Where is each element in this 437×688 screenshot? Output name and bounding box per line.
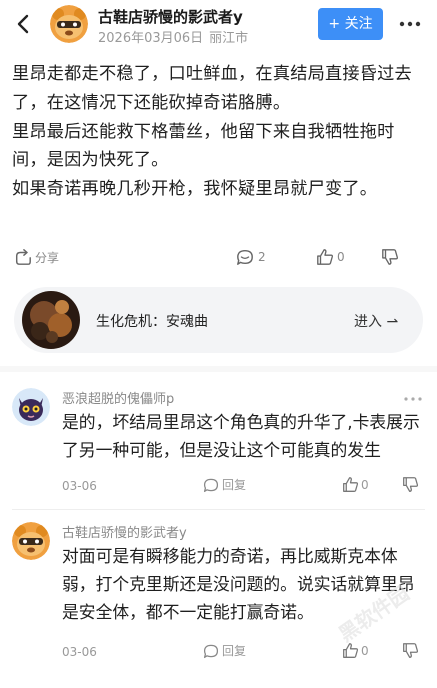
comment-count: 2 bbox=[258, 250, 266, 264]
comment-dislike-button[interactable] bbox=[402, 642, 419, 659]
author-name[interactable]: 古鞋店骄慢的影武者y bbox=[98, 6, 243, 27]
thumbs-down-icon bbox=[403, 477, 419, 492]
comment-text: 是的，坏结局里昂这个角色真的升华了,卡表展示了另一种可能，但是没让这个可能真的发… bbox=[62, 412, 420, 460]
reply-icon bbox=[203, 478, 219, 492]
reply-label: 回复 bbox=[222, 478, 247, 492]
share-icon bbox=[15, 249, 31, 265]
thumbs-up-icon bbox=[317, 249, 333, 265]
comment-footer: 03-06 回复 0 bbox=[62, 642, 424, 664]
reply-icon bbox=[203, 644, 219, 658]
comment-button[interactable]: 2 bbox=[235, 248, 266, 266]
share-button[interactable]: 分享 bbox=[14, 248, 59, 266]
more-options-icon[interactable] bbox=[396, 12, 424, 36]
thumbs-down-icon bbox=[382, 249, 398, 265]
topic-title: 生化危机：安魂曲 bbox=[96, 314, 208, 330]
commenter-avatar[interactable] bbox=[12, 388, 50, 426]
comment-dislike-button[interactable] bbox=[402, 476, 419, 493]
post-date: 2026年03月06日 bbox=[98, 31, 204, 46]
post-location: 丽江市 bbox=[209, 31, 249, 46]
comment-date: 03-06 bbox=[62, 479, 97, 493]
topic-enter-link[interactable]: 进入 ⇀ bbox=[354, 311, 398, 331]
post-paragraph: 里昂走都走不稳了，口吐鲜血，在真结局直接昏过去了，在这情况下还能砍掉奇诺胳膊。 bbox=[12, 64, 412, 113]
reply-button[interactable]: 回复 bbox=[202, 476, 246, 493]
author-avatar[interactable] bbox=[50, 5, 88, 43]
comment-footer: 03-06 回复 0 bbox=[62, 476, 424, 498]
comment-like-count: 0 bbox=[361, 477, 369, 492]
post-paragraph: 里昂最后还能救下格蕾丝，他留下来自我牺牲拖时间，是因为快死了。 bbox=[12, 121, 395, 171]
post-action-bar: 分享 2 0 bbox=[0, 246, 437, 276]
comment-date: 03-06 bbox=[62, 645, 97, 659]
back-arrow-icon[interactable] bbox=[12, 12, 36, 36]
post-body: 里昂走都走不稳了，口吐鲜血，在真结局直接昏过去了，在这情况下还能砍掉奇诺胳膊。 … bbox=[12, 60, 426, 204]
comment-like-button[interactable]: 0 bbox=[342, 476, 369, 493]
reply-label: 回复 bbox=[222, 644, 247, 658]
comment-like-count: 0 bbox=[361, 643, 369, 658]
like-button[interactable]: 0 bbox=[316, 248, 345, 266]
follow-button[interactable]: + 关注 bbox=[318, 8, 383, 40]
post-meta: 2026年03月06日 丽江市 bbox=[98, 27, 248, 46]
commenter-name[interactable]: 恶浪超脱的傀儡师p bbox=[62, 388, 174, 407]
share-label: 分享 bbox=[35, 250, 60, 265]
commenter-name[interactable]: 古鞋店骄慢的影武者y bbox=[62, 522, 187, 541]
thumbs-up-icon bbox=[343, 477, 359, 492]
comment-icon bbox=[237, 249, 253, 265]
section-divider bbox=[0, 366, 437, 372]
topic-card[interactable]: 生化危机：安魂曲 进入 ⇀ bbox=[14, 287, 423, 353]
post-paragraph: 如果奇诺再晚几秒开枪，我怀疑里昂就尸变了。 bbox=[12, 179, 378, 200]
post-header: 古鞋店骄慢的影武者y 2026年03月06日 丽江市 + 关注 bbox=[0, 0, 437, 50]
dislike-button[interactable] bbox=[381, 248, 399, 266]
comment-divider bbox=[12, 509, 425, 510]
commenter-avatar[interactable] bbox=[12, 522, 50, 560]
thumbs-down-icon bbox=[403, 643, 419, 658]
like-count: 0 bbox=[337, 250, 345, 264]
reply-button[interactable]: 回复 bbox=[202, 642, 246, 659]
topic-thumbnail bbox=[22, 291, 80, 349]
comment-more-icon[interactable] bbox=[403, 394, 423, 404]
